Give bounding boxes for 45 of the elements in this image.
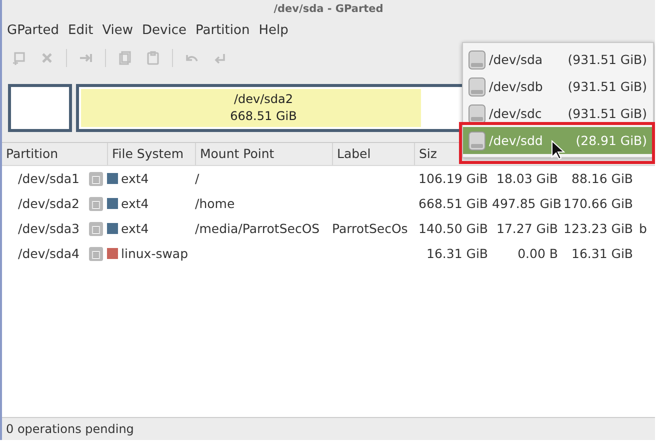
table-cell: 123.23 GiB <box>564 221 633 236</box>
drive-icon <box>468 130 486 150</box>
table-cell: 18.03 GiB <box>496 171 558 186</box>
table-cell: /dev/sda1 <box>18 171 80 186</box>
table-cell: 17.27 GiB <box>496 221 558 236</box>
drive-icon <box>468 104 486 124</box>
menu-item[interactable]: Help <box>258 22 288 38</box>
table-cell: 0.00 B <box>518 246 558 261</box>
table-cell: 88.16 GiB <box>572 171 633 186</box>
drive-icon <box>468 50 486 70</box>
table-cell: b <box>639 221 647 236</box>
menu-item[interactable]: View <box>102 22 134 38</box>
drive-icon <box>468 76 486 96</box>
device-menu-item[interactable]: /dev/sda (931.51 GiB) <box>463 46 653 73</box>
table-cell: 170.66 GiB <box>564 196 633 211</box>
column-header[interactable]: Label <box>332 143 414 165</box>
table-cell: ext4 <box>121 221 149 236</box>
table-cell: /dev/sda2 <box>18 196 80 211</box>
table-cell: ext4 <box>121 196 149 211</box>
column-header[interactable]: File System <box>107 143 195 165</box>
table-cell: /dev/sda3 <box>18 221 80 236</box>
partition-name: /dev/sda2 <box>234 91 294 108</box>
table-cell: 497.85 GiB <box>492 196 562 211</box>
menu-item[interactable]: Edit <box>68 22 94 38</box>
menu-item[interactable]: Partition <box>196 22 250 38</box>
table-cell: /media/ParrotSecOS <box>195 221 320 236</box>
table-cell: /dev/sda4 <box>18 246 80 261</box>
table-cell: 16.31 GiB <box>426 246 488 261</box>
table-cell: linux-swap <box>121 246 188 261</box>
partition-block[interactable] <box>8 84 72 132</box>
column-header[interactable]: Mount Point <box>195 143 332 165</box>
table-cell: ext4 <box>121 171 149 186</box>
status-bar: 0 operations pending <box>2 417 655 440</box>
table-cell: 106.19 GiB <box>418 171 488 186</box>
table-cell: 140.50 GiB <box>418 221 488 236</box>
table-cell: /home <box>195 196 235 211</box>
table-cell: ParrotSecOs <box>332 221 408 236</box>
window-title: /dev/sda - GParted <box>272 2 384 17</box>
menu-item[interactable]: GParted <box>7 22 59 38</box>
partition-size: 668.51 GiB <box>230 108 297 125</box>
menu-item[interactable]: Device <box>142 22 187 38</box>
table-cell: 668.51 GiB <box>418 196 488 211</box>
column-header[interactable]: Partition <box>2 143 107 165</box>
table-cell: 16.31 GiB <box>572 246 633 261</box>
table-cell: / <box>195 171 200 186</box>
